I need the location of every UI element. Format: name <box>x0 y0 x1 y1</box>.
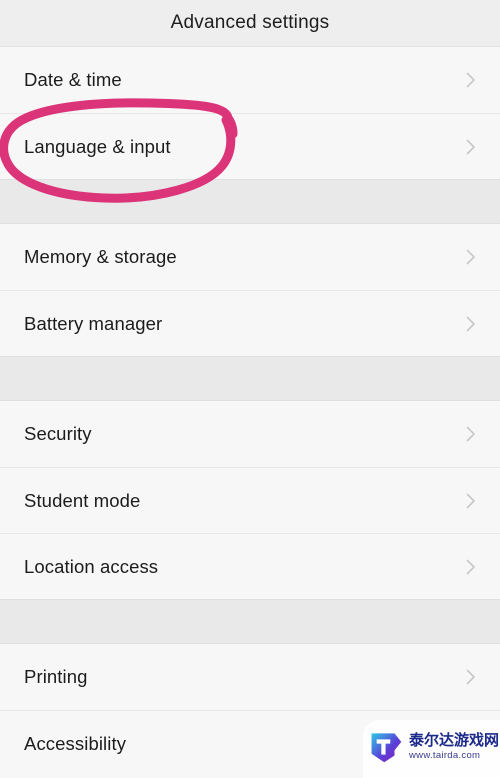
settings-group: Security Student mode Location access <box>0 401 500 599</box>
settings-row-label: Memory & storage <box>24 246 177 267</box>
settings-row-language-input[interactable]: Language & input <box>0 113 500 179</box>
settings-row-student-mode[interactable]: Student mode <box>0 467 500 533</box>
screen-header: Advanced settings <box>0 0 500 47</box>
group-separator <box>0 179 500 224</box>
settings-row-label: Security <box>24 423 92 444</box>
settings-row-label: Student mode <box>24 489 141 511</box>
settings-row-label: Accessibility <box>24 732 127 754</box>
chevron-right-icon <box>462 492 480 510</box>
settings-row-battery-manager[interactable]: Battery manager <box>0 290 500 356</box>
settings-row-label: Printing <box>24 666 88 687</box>
settings-row-label: Date & time <box>24 69 122 90</box>
settings-row-label: Language & input <box>24 135 171 157</box>
chevron-right-icon <box>462 248 480 266</box>
settings-row-printing[interactable]: Printing <box>0 644 500 710</box>
settings-group: Memory & storage Battery manager <box>0 224 500 356</box>
settings-row-accessibility[interactable]: Accessibility <box>0 710 500 776</box>
settings-row-location-access[interactable]: Location access <box>0 533 500 599</box>
settings-list: Date & time Language & input Memory & stor… <box>0 47 500 776</box>
settings-row-memory-storage[interactable]: Memory & storage <box>0 224 500 290</box>
settings-row-security[interactable]: Security <box>0 401 500 467</box>
chevron-right-icon <box>462 71 480 89</box>
settings-group: Date & time Language & input <box>0 47 500 179</box>
advanced-settings-screen: Advanced settings Date & time Language & … <box>0 0 500 778</box>
group-separator <box>0 356 500 401</box>
chevron-right-icon <box>462 315 480 333</box>
chevron-right-icon <box>462 735 480 753</box>
chevron-right-icon <box>462 668 480 686</box>
settings-row-date-time[interactable]: Date & time <box>0 47 500 113</box>
chevron-right-icon <box>462 425 480 443</box>
page-title: Advanced settings <box>170 12 330 33</box>
settings-row-label: Location access <box>24 555 159 577</box>
chevron-right-icon <box>462 558 480 576</box>
settings-group: Printing Accessibility <box>0 644 500 776</box>
group-separator <box>0 599 500 644</box>
settings-row-label: Battery manager <box>24 312 163 334</box>
chevron-right-icon <box>462 138 480 156</box>
